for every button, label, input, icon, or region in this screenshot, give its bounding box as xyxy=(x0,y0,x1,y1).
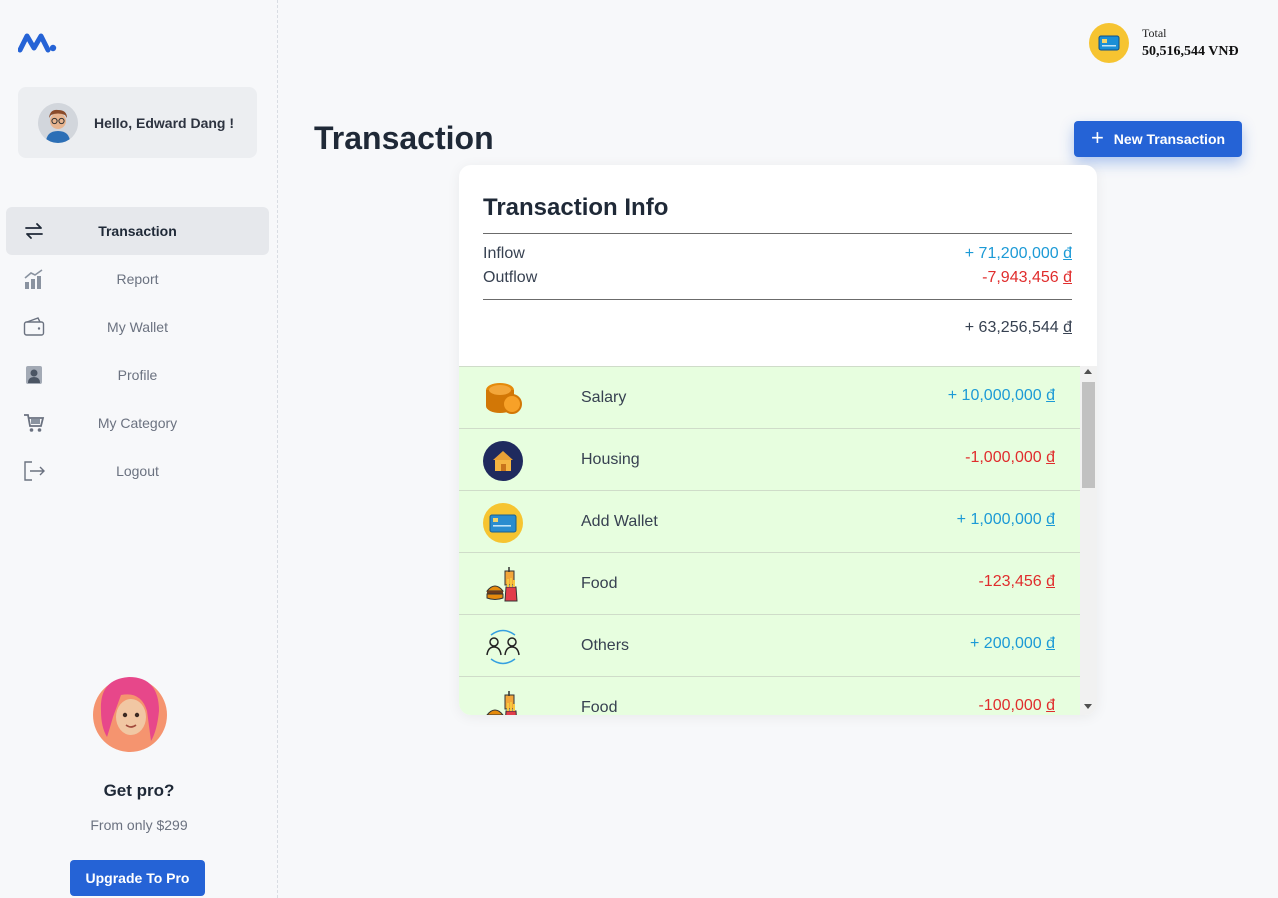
sidebar-item-my-wallet[interactable]: My Wallet xyxy=(6,303,269,351)
wallet-icon xyxy=(23,317,45,337)
total-balance: Total 50,516,544 VNĐ xyxy=(1089,23,1239,63)
transaction-name: Housing xyxy=(581,451,640,468)
transaction-name: Others xyxy=(581,637,630,654)
transaction-name: Add Wallet xyxy=(581,513,658,530)
sidebar-item-my-category[interactable]: My Category xyxy=(6,399,269,447)
chart-icon xyxy=(23,269,45,289)
transaction-amount: -123,456 đ xyxy=(978,573,1055,590)
coins-icon xyxy=(483,379,523,419)
net-value: + 63,256,544 đ xyxy=(964,319,1072,336)
user-avatar xyxy=(38,102,78,143)
sidebar-item-profile[interactable]: Profile xyxy=(6,351,269,399)
new-transaction-button[interactable]: + New Transaction xyxy=(1074,121,1242,157)
credit-card-icon xyxy=(1089,23,1129,63)
sidebar-item-logout[interactable]: Logout xyxy=(6,447,269,495)
sidebar-nav: Transaction Report My Wallet Profile My … xyxy=(6,207,269,495)
people-exchange-icon xyxy=(483,627,523,667)
transaction-amount: -100,000 đ xyxy=(978,697,1055,714)
promo-subtitle: From only $299 xyxy=(90,817,188,833)
list-scrollbar[interactable] xyxy=(1080,366,1097,715)
transaction-row[interactable]: Others + 200,000 đ xyxy=(459,614,1080,676)
logout-icon xyxy=(23,461,45,481)
sidebar-item-label: Profile xyxy=(117,367,158,383)
user-card[interactable]: Hello, Edward Dang ! xyxy=(18,87,257,158)
food-icon xyxy=(483,565,523,605)
total-label: Total xyxy=(1142,26,1167,40)
inflow-label: Inflow xyxy=(483,245,525,262)
transaction-card: Transaction Info Inflow + 71,200,000 đ O… xyxy=(459,165,1097,715)
page-title: Transaction xyxy=(314,120,494,156)
net-row: + 63,256,544 đ xyxy=(483,319,1072,337)
transaction-name: Salary xyxy=(581,389,627,406)
transaction-amount: -1,000,000 đ xyxy=(965,449,1055,466)
plus-icon: + xyxy=(1090,125,1104,150)
promo-avatar xyxy=(91,671,169,753)
food-icon xyxy=(483,689,523,715)
credit-card-icon xyxy=(483,503,523,543)
upgrade-to-pro-button[interactable]: Upgrade To Pro xyxy=(70,860,205,896)
divider xyxy=(483,299,1072,300)
outflow-value: -7,943,456 đ xyxy=(982,269,1072,286)
outflow-row: Outflow -7,943,456 đ xyxy=(483,269,1072,287)
profile-icon xyxy=(23,365,45,385)
scroll-up-arrow-icon[interactable] xyxy=(1084,369,1092,374)
transaction-amount: + 200,000 đ xyxy=(970,635,1055,652)
transaction-row[interactable]: Salary + 10,000,000 đ xyxy=(459,366,1080,428)
transaction-list[interactable]: Salary + 10,000,000 đ Housing -1,000,000… xyxy=(459,366,1097,715)
transaction-name: Food xyxy=(581,699,618,715)
cart-icon xyxy=(23,413,45,433)
sidebar: Hello, Edward Dang ! Transaction Report … xyxy=(0,0,278,898)
sidebar-item-label: My Wallet xyxy=(107,319,168,335)
sidebar-item-label: My Category xyxy=(97,415,178,431)
transaction-amount: + 10,000,000 đ xyxy=(947,387,1055,404)
sidebar-item-report[interactable]: Report xyxy=(6,255,269,303)
scroll-thumb[interactable] xyxy=(1082,382,1095,488)
scroll-down-arrow-icon[interactable] xyxy=(1084,704,1092,709)
inflow-row: Inflow + 71,200,000 đ xyxy=(483,245,1072,263)
transaction-amount: + 1,000,000 đ xyxy=(956,511,1055,528)
divider xyxy=(483,233,1072,234)
sidebar-item-label: Transaction xyxy=(98,223,177,239)
sidebar-item-label: Logout xyxy=(116,463,159,479)
sidebar-item-label: Report xyxy=(116,271,159,287)
transaction-row[interactable]: Food -100,000 đ xyxy=(459,676,1080,715)
transaction-row[interactable]: Add Wallet + 1,000,000 đ xyxy=(459,490,1080,552)
total-value: 50,516,544 VNĐ xyxy=(1142,44,1239,59)
transfer-arrows-icon xyxy=(23,221,45,241)
sidebar-item-transaction[interactable]: Transaction xyxy=(6,207,269,255)
brand-logo[interactable] xyxy=(17,30,58,54)
promo-title: Get pro? xyxy=(103,781,175,800)
user-greeting: Hello, Edward Dang ! xyxy=(94,114,235,131)
inflow-value: + 71,200,000 đ xyxy=(964,245,1072,262)
transaction-row[interactable]: Food -123,456 đ xyxy=(459,552,1080,614)
transaction-row[interactable]: Housing -1,000,000 đ xyxy=(459,428,1080,490)
outflow-label: Outflow xyxy=(483,269,538,286)
house-icon xyxy=(483,441,523,481)
new-transaction-label: New Transaction xyxy=(1113,131,1226,147)
card-title: Transaction Info xyxy=(483,194,669,221)
transaction-name: Food xyxy=(581,575,618,592)
